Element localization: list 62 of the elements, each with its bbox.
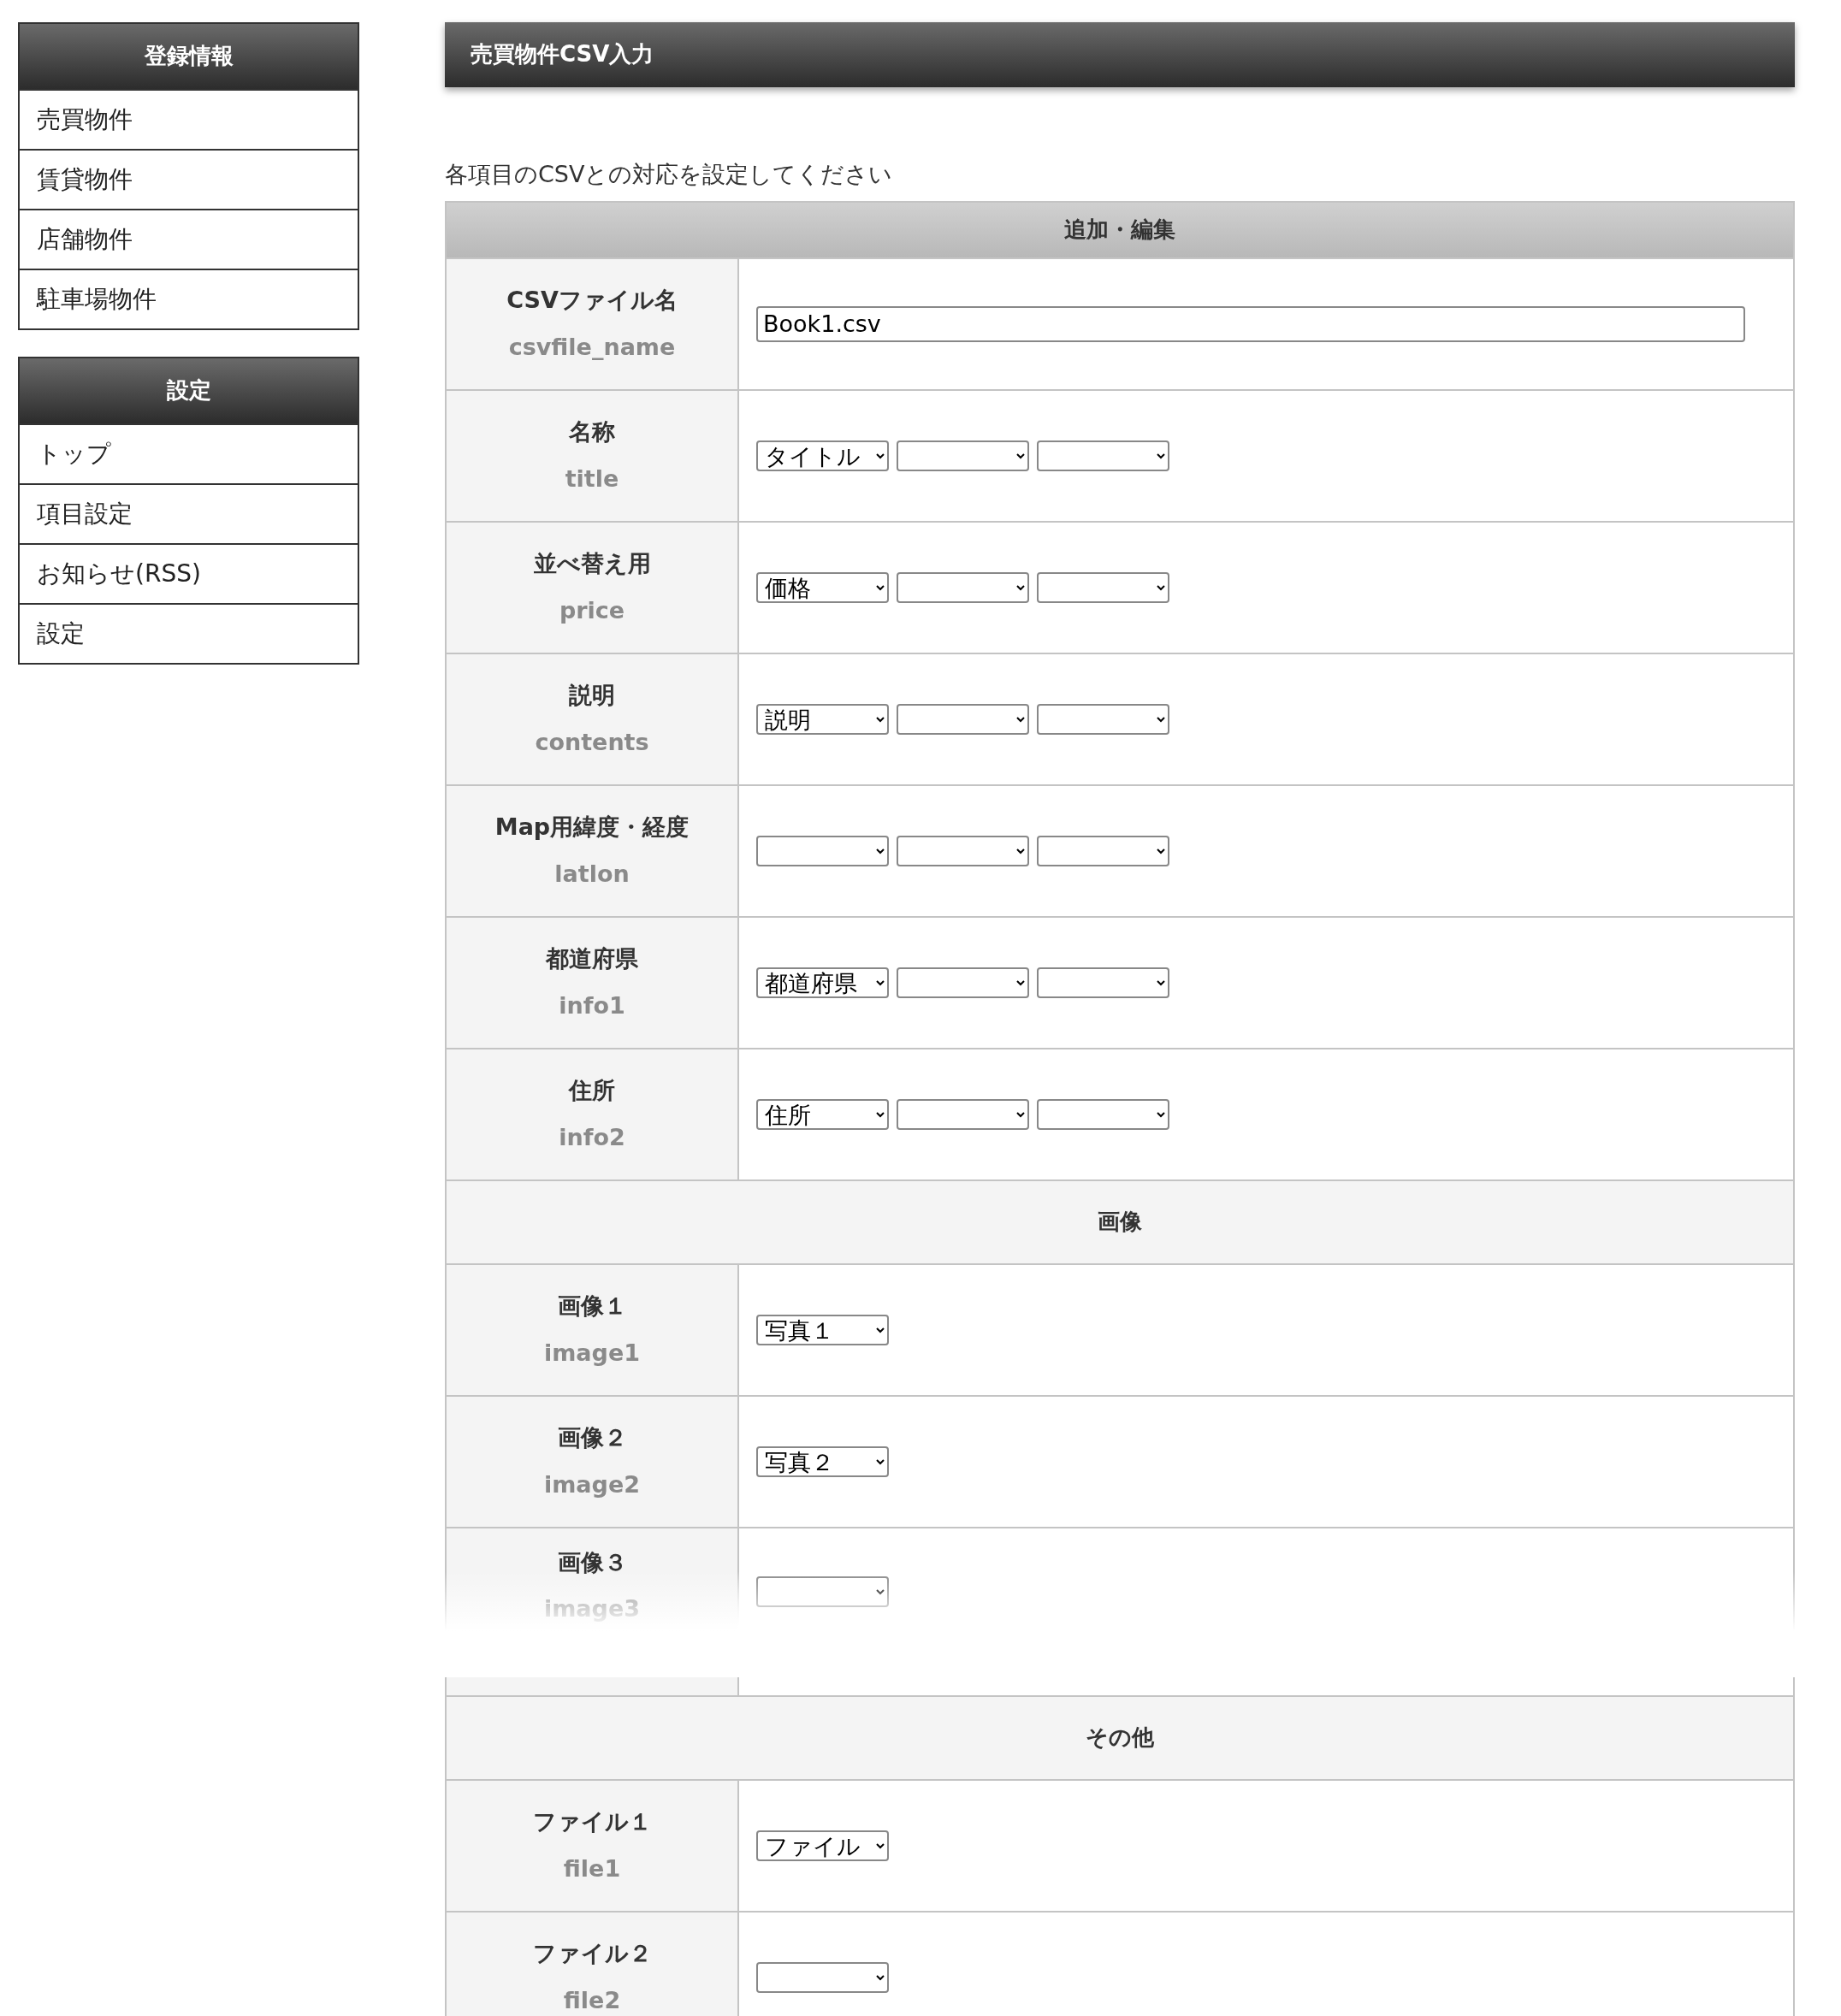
dropdown[interactable] [1037,1098,1169,1130]
sidebar-link[interactable]: トップ [20,423,358,483]
dropdown[interactable]: タイトル [756,440,889,471]
sidebar-link[interactable]: 設定 [20,603,358,663]
field-key: latlon [554,856,630,891]
sidebar-link[interactable]: 店舗物件 [20,209,358,269]
field-key: file2 [563,1983,621,2016]
dropdown[interactable] [1037,571,1169,603]
instruction-text: 各項目のCSVとの対応を設定してください [445,160,894,189]
dropdown[interactable] [1037,835,1169,866]
sidebar-link[interactable]: 売買物件 [20,89,358,149]
dropdown[interactable] [1037,967,1169,998]
dropdown[interactable] [897,571,1029,603]
sidebar-heading: 設定 [20,358,358,423]
field-label: 画像３ [557,1547,627,1577]
dropdown[interactable] [1037,703,1169,735]
sidebar-link[interactable]: 項目設定 [20,483,358,543]
dropdown[interactable] [756,835,889,866]
dropdown[interactable] [756,1961,889,1993]
field-label: CSVファイル名 [506,286,678,315]
sidebar-heading: 登録情報 [20,24,358,89]
page-title: 売買物件CSV入力 [445,22,1795,87]
table-header: 追加・編集 [446,201,1794,258]
field-key: file1 [563,1851,621,1886]
sidebar-link[interactable]: 賃貸物件 [20,149,358,209]
dropdown[interactable]: 写真２ [756,1445,889,1477]
dropdown[interactable] [897,1098,1029,1130]
field-label: 並べ替え用 [533,549,651,578]
field-key: csvfile_name [508,329,676,364]
section-heading: その他 [446,1695,1794,1780]
field-key: image2 [543,1467,640,1502]
dropdown[interactable]: 都道府県 [756,967,889,998]
field-label: 都道府県 [546,944,638,973]
field-label: 画像２ [557,1423,627,1452]
dropdown[interactable]: 写真１ [756,1314,889,1345]
dropdown[interactable] [897,703,1029,735]
dropdown[interactable]: ファイル [756,1830,889,1861]
field-label: Map用緯度・経度 [494,813,690,842]
section-heading: 画像 [446,1179,1794,1264]
field-key: contents [535,724,649,760]
field-key: info1 [559,988,625,1023]
field-label: 住所 [569,1076,615,1105]
dropdown[interactable]: 説明 [756,703,889,735]
dropdown[interactable] [897,967,1029,998]
dropdown[interactable]: 住所 [756,1098,889,1130]
field-key: image1 [543,1335,640,1370]
field-key: title [565,461,619,496]
field-key: info2 [559,1120,625,1155]
dropdown[interactable] [1037,440,1169,471]
dropdown[interactable] [897,835,1029,866]
field-label: 説明 [569,681,615,710]
field-label: 名称 [569,417,615,446]
dropdown[interactable] [756,1576,889,1607]
text-input[interactable]: Book1.csv [756,305,1745,342]
sidebar-link[interactable]: お知らせ(RSS) [20,543,358,603]
dropdown[interactable] [897,440,1029,471]
field-label: 画像１ [557,1292,627,1321]
sidebar-link[interactable]: 駐車場物件 [20,269,358,328]
field-key: price [559,593,625,628]
field-label: ファイル１ [532,1807,652,1836]
field-label: ファイル２ [532,1939,652,1968]
dropdown[interactable]: 価格 [756,571,889,603]
